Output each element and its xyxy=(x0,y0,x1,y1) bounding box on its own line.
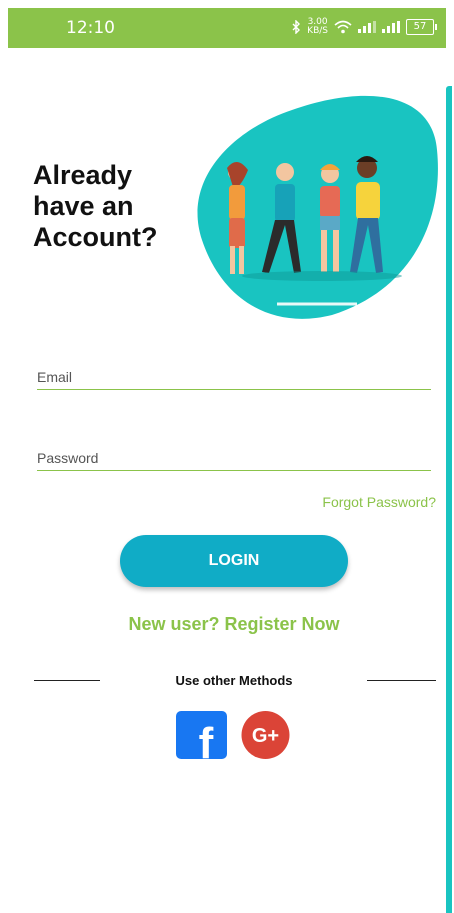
status-bar: 12:10 3.00 KB/S 57 xyxy=(8,8,446,48)
facebook-glyph: f xyxy=(199,719,214,759)
password-input[interactable] xyxy=(37,450,431,470)
status-time: 12:10 xyxy=(66,18,115,38)
scroll-edge-accent xyxy=(446,86,452,913)
bluetooth-icon xyxy=(291,20,301,34)
facebook-icon[interactable]: f xyxy=(176,711,227,759)
register-link[interactable]: New user? Register Now xyxy=(0,614,454,635)
divider-right xyxy=(367,680,436,681)
email-input[interactable] xyxy=(37,369,431,389)
net-speed-unit: KB/S xyxy=(307,26,328,36)
password-field-wrapper xyxy=(37,450,431,471)
wifi-icon xyxy=(334,20,352,34)
password-underline xyxy=(37,470,431,471)
forgot-password-link[interactable]: Forgot Password? xyxy=(322,494,436,510)
google-plus-glyph: G+ xyxy=(252,725,279,747)
email-field-wrapper xyxy=(37,369,431,390)
signal-icon xyxy=(358,21,376,33)
page-title: Already have an Account? xyxy=(33,160,158,252)
signal-icon-2 xyxy=(382,21,400,33)
google-plus-icon[interactable]: G+ xyxy=(240,711,291,759)
login-button[interactable]: LOGIN xyxy=(120,535,348,587)
status-icons: 3.00 KB/S 57 xyxy=(291,18,437,36)
hero-illustration xyxy=(197,95,438,319)
battery-icon: 57 xyxy=(406,19,437,35)
net-speed: 3.00 KB/S xyxy=(307,18,328,36)
email-underline xyxy=(37,389,431,390)
